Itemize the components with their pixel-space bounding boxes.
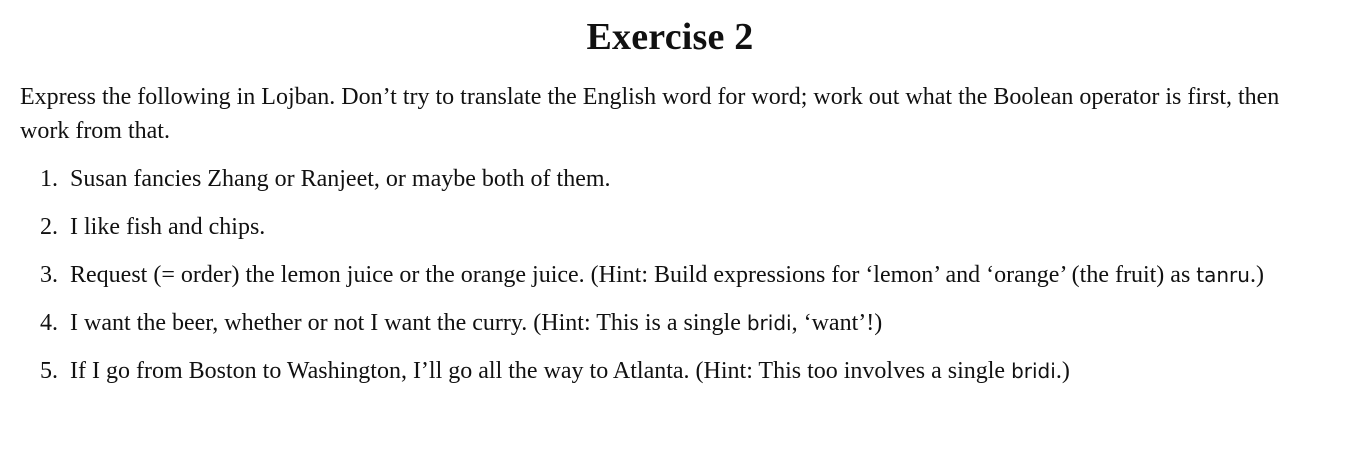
- list-item: 3. Request (= order) the lemon juice or t…: [20, 258, 1320, 292]
- item-text: Susan fancies Zhang or Ranjeet, or maybe…: [70, 166, 611, 192]
- item-text: If I go from Boston to Washington, I’ll …: [70, 358, 1012, 384]
- item-number: 4.: [40, 310, 58, 336]
- item-text: I like fish and chips.: [70, 214, 266, 240]
- lojban-term: bridi: [746, 311, 792, 335]
- list-item: 2. I like fish and chips.: [20, 210, 1320, 244]
- exercise-list: 1. Susan fancies Zhang or Ranjeet, or may…: [20, 162, 1320, 388]
- exercise-heading: Exercise 2: [586, 16, 754, 58]
- item-text-after: , ‘want’!): [791, 310, 883, 336]
- list-item: 4. I want the beer, whether or not I want…: [20, 306, 1320, 340]
- item-number: 2.: [40, 214, 58, 240]
- item-number: 5.: [40, 358, 58, 384]
- exercise-intro: Express the following in Lojban. Don’t t…: [20, 84, 1280, 144]
- item-number: 3.: [40, 262, 58, 288]
- list-item: 1. Susan fancies Zhang or Ranjeet, or may…: [20, 162, 1320, 196]
- item-text: Request (= order) the lemon juice or the…: [70, 262, 1197, 288]
- item-text-after: .): [1249, 262, 1264, 288]
- item-text-after: .): [1055, 358, 1070, 384]
- lojban-term: tanru: [1196, 263, 1250, 287]
- lojban-term: bridi: [1011, 359, 1056, 383]
- item-text: I want the beer, whether or not I want t…: [70, 310, 747, 336]
- item-number: 1.: [40, 166, 58, 192]
- exercise-page: Exercise 2 Express the following in Lojb…: [20, 0, 1320, 402]
- list-item: 5. If I go from Boston to Washington, I’l…: [20, 354, 1320, 388]
